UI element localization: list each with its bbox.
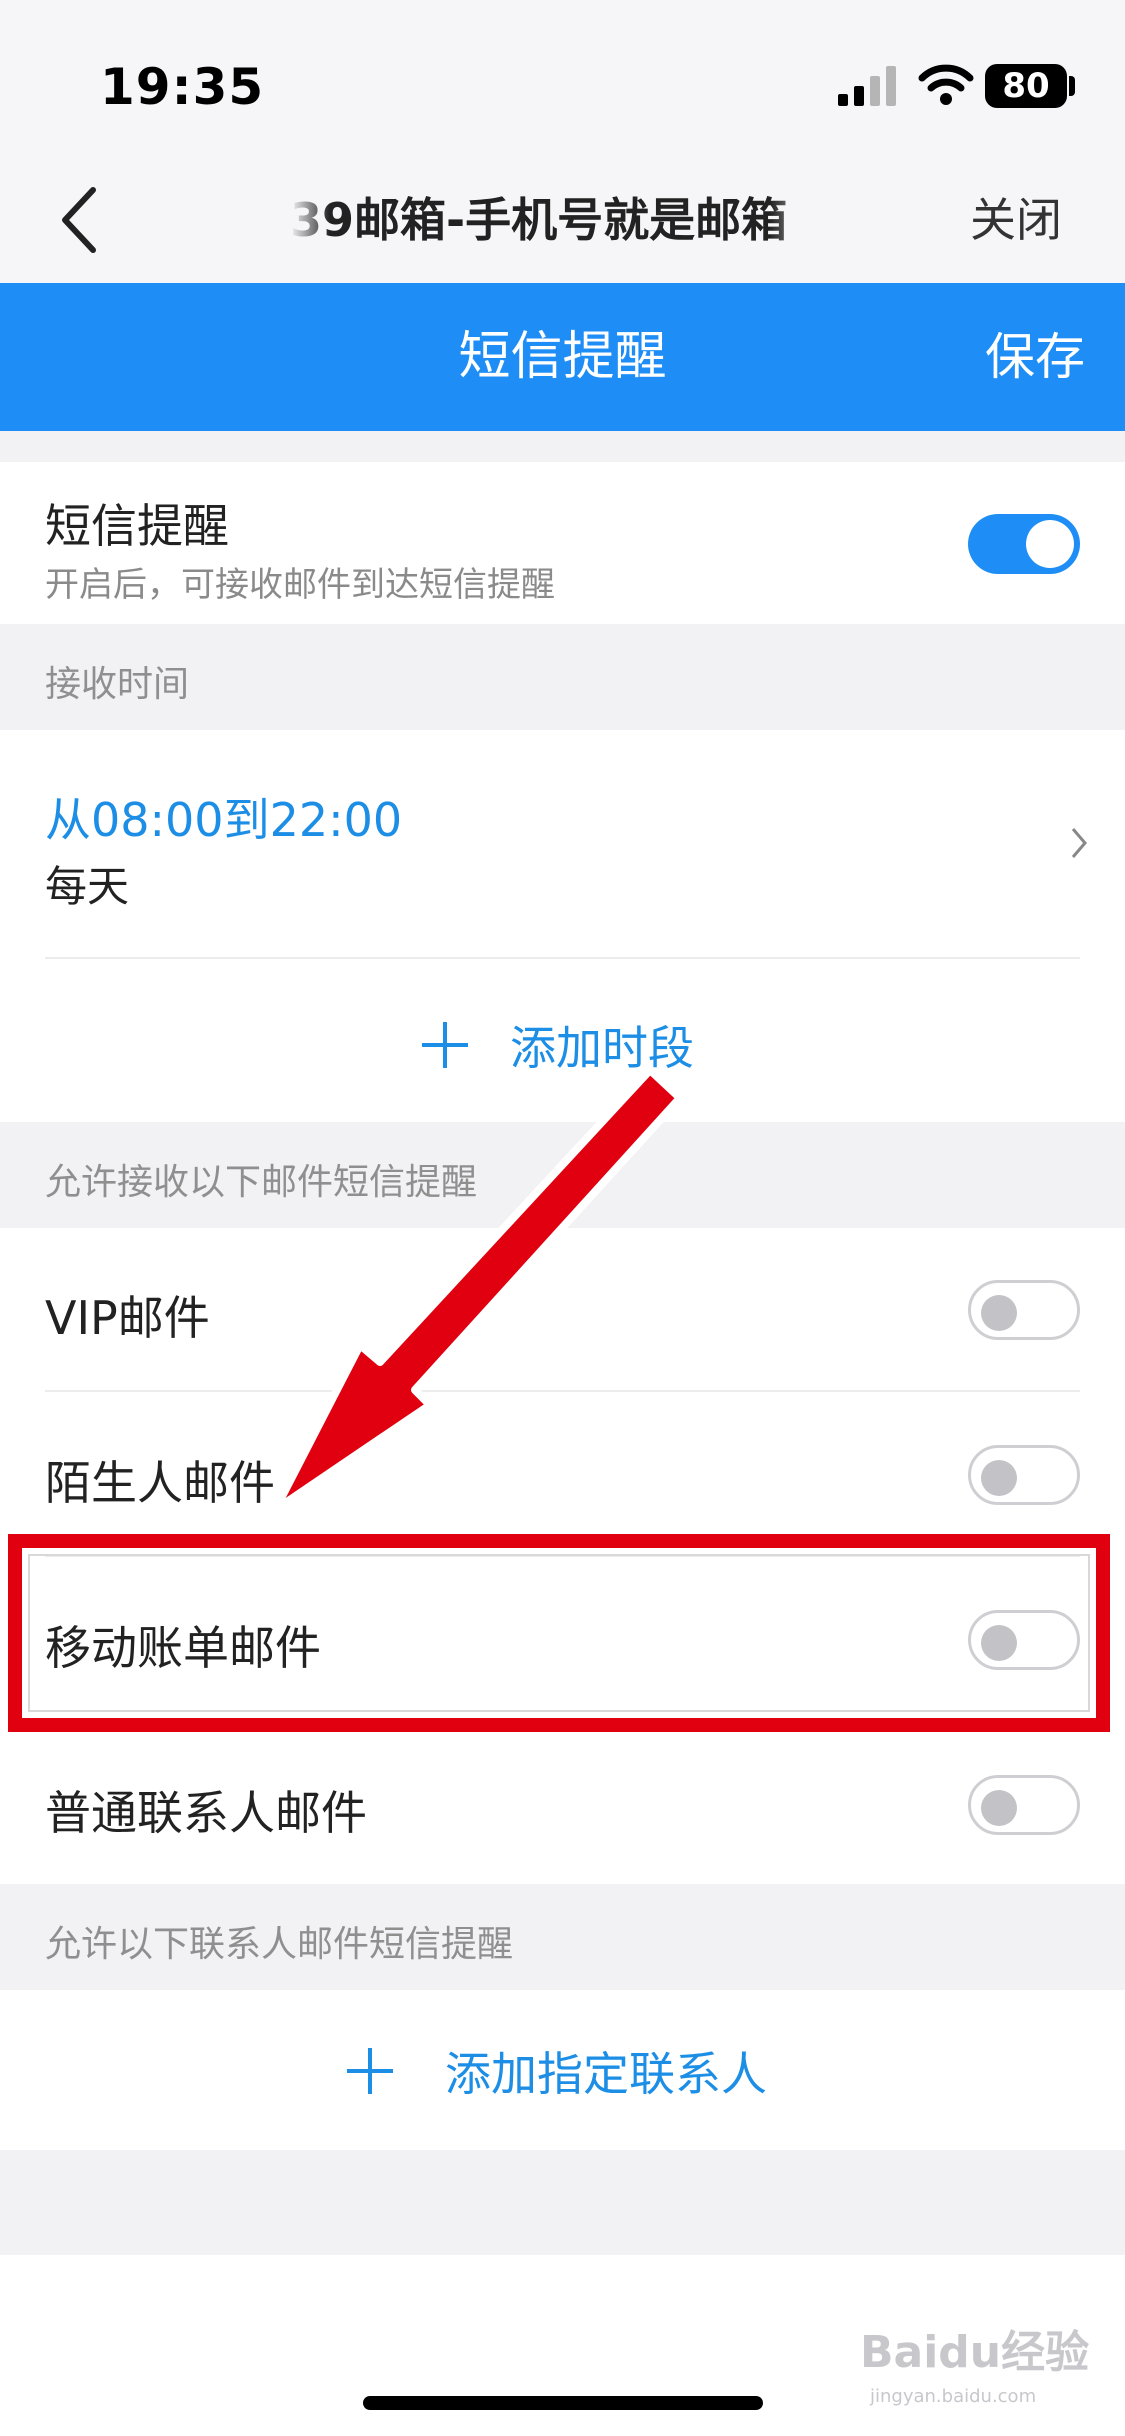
add-time-slot-button[interactable]: 添加时段 [420, 1010, 694, 1080]
home-indicator [363, 2396, 763, 2410]
close-button[interactable]: 关闭 [970, 188, 1062, 252]
receive-time-section-title: 接收时间 [45, 664, 190, 705]
vip-mail-label: VIP邮件 [45, 1291, 210, 1345]
toggle-knob [981, 1790, 1017, 1826]
contacts-section-title: 允许以下联系人邮件短信提醒 [45, 1924, 514, 1965]
battery-tip [1069, 76, 1075, 96]
toggle-knob [981, 1295, 1017, 1331]
vip-mail-toggle[interactable] [968, 1280, 1080, 1340]
browser-title: 39邮箱-手机号就是邮箱 [290, 188, 830, 252]
add-contact-button[interactable]: 添加指定联系人 [345, 2036, 767, 2106]
mail-types-section-title: 允许接收以下邮件短信提醒 [45, 1162, 478, 1203]
divider [45, 1390, 1080, 1392]
toggle-knob [1026, 520, 1074, 568]
watermark-logo: Baidu经验 [860, 2327, 1090, 2378]
wifi-icon [918, 64, 974, 105]
watermark-url: jingyan.baidu.com [870, 2386, 1037, 2407]
time-range: 从08:00到22:00 [45, 793, 403, 847]
sms-reminder-label: 短信提醒 [45, 499, 229, 553]
stranger-mail-label: 陌生人邮件 [45, 1456, 275, 1510]
plus-icon [347, 2048, 393, 2094]
annotation-highlight-inner [28, 1554, 1090, 1712]
back-icon[interactable] [55, 180, 105, 260]
page-title: 短信提醒 [458, 327, 667, 387]
battery-indicator: 80 [985, 64, 1067, 108]
time-frequency: 每天 [45, 862, 130, 911]
status-time: 19:35 [100, 58, 265, 116]
divider [45, 957, 1080, 959]
chevron-right-icon [1071, 828, 1087, 858]
sms-reminder-toggle[interactable] [968, 514, 1080, 574]
contact-mail-toggle[interactable] [968, 1775, 1080, 1835]
save-button[interactable]: 保存 [985, 283, 1085, 431]
sms-reminder-description: 开启后，可接收邮件到达短信提醒 [45, 565, 555, 605]
stranger-mail-toggle[interactable] [968, 1445, 1080, 1505]
add-time-slot-label: 添加时段 [510, 1021, 694, 1075]
add-contact-label: 添加指定联系人 [445, 2047, 767, 2101]
plus-icon [422, 1022, 468, 1068]
contact-mail-label: 普通联系人邮件 [45, 1786, 367, 1840]
cellular-signal-icon [838, 66, 896, 106]
toggle-knob [981, 1460, 1017, 1496]
